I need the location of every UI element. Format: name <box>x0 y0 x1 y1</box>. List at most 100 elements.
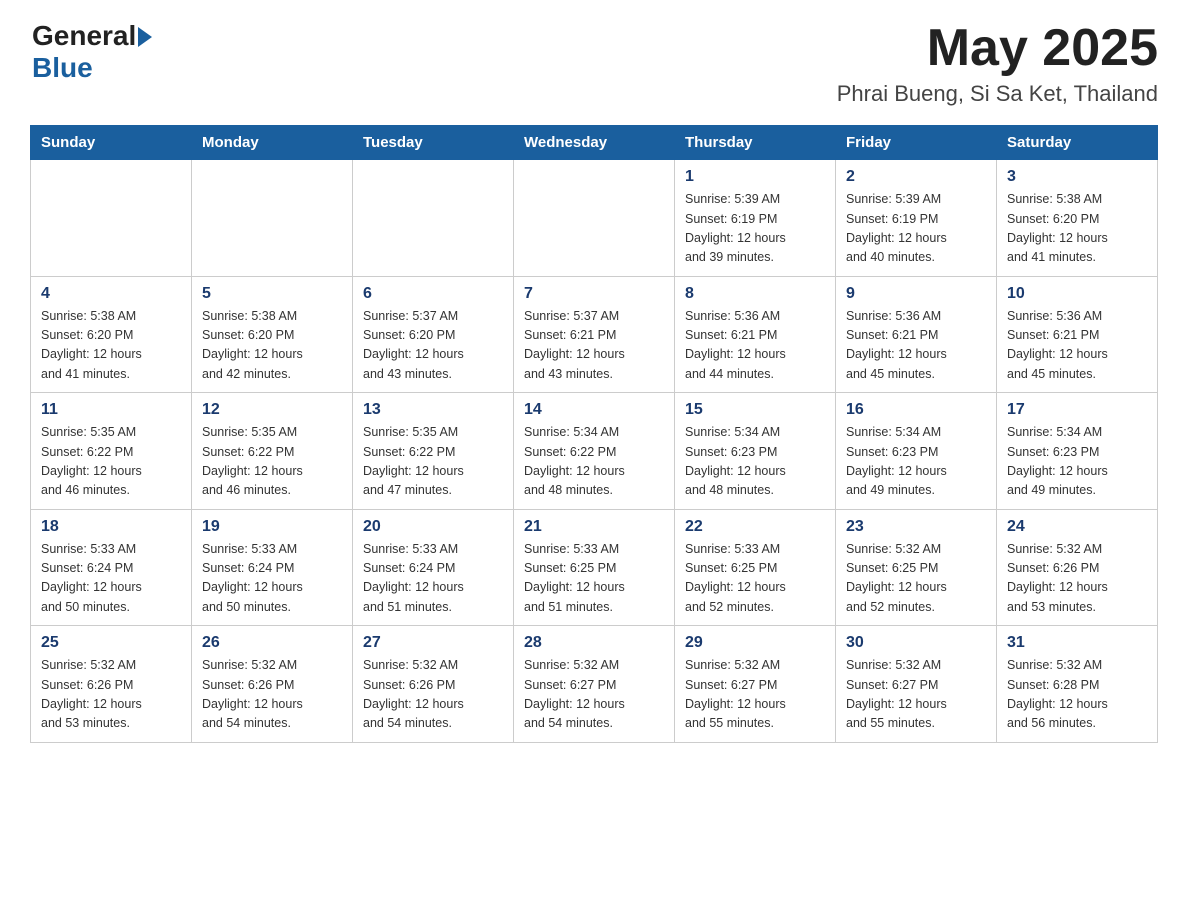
day-number: 27 <box>363 634 503 652</box>
calendar-day-cell <box>514 160 675 277</box>
day-info: Sunrise: 5:36 AMSunset: 6:21 PMDaylight:… <box>846 309 947 381</box>
title-block: May 2025 Phrai Bueng, Si Sa Ket, Thailan… <box>837 20 1158 107</box>
calendar-day-cell: 21Sunrise: 5:33 AMSunset: 6:25 PMDayligh… <box>514 509 675 626</box>
day-number: 1 <box>685 168 825 186</box>
day-number: 5 <box>202 285 342 303</box>
day-number: 7 <box>524 285 664 303</box>
calendar-day-cell: 18 Sunrise: 5:33 AMSunset: 6:24 PMDayligh… <box>31 509 192 626</box>
calendar-header-cell: Monday <box>192 126 353 160</box>
day-info: Sunrise: 5:39 AMSunset: 6:19 PMDaylight:… <box>685 192 786 264</box>
calendar-week-row: 4 Sunrise: 5:38 AMSunset: 6:20 PMDaylight… <box>31 276 1158 393</box>
logo-general-line: General <box>32 20 152 52</box>
calendar-header-cell: Tuesday <box>353 126 514 160</box>
calendar-header-row: SundayMondayTuesdayWednesdayThursdayFrid… <box>31 126 1158 160</box>
calendar-week-row: 1 Sunrise: 5:39 AMSunset: 6:19 PMDaylight… <box>31 160 1158 277</box>
calendar-body: 1 Sunrise: 5:39 AMSunset: 6:19 PMDaylight… <box>31 160 1158 743</box>
day-number: 12 <box>202 401 342 419</box>
calendar-day-cell: 14 Sunrise: 5:34 AMSunset: 6:22 PMDayligh… <box>514 393 675 510</box>
day-number: 6 <box>363 285 503 303</box>
day-number: 22 <box>685 518 825 536</box>
day-number: 26 <box>202 634 342 652</box>
calendar-header-cell: Sunday <box>31 126 192 160</box>
logo-text-block: General Blue <box>32 20 152 84</box>
calendar-day-cell: 3 Sunrise: 5:38 AMSunset: 6:20 PMDaylight… <box>997 160 1158 277</box>
day-number: 20 <box>363 518 503 536</box>
calendar-day-cell: 5Sunrise: 5:38 AMSunset: 6:20 PMDaylight… <box>192 276 353 393</box>
calendar-day-cell: 28 Sunrise: 5:32 AMSunset: 6:27 PMDayligh… <box>514 626 675 743</box>
day-number: 10 <box>1007 285 1147 303</box>
day-info: Sunrise: 5:37 AMSunset: 6:21 PMDaylight:… <box>524 309 625 381</box>
day-info: Sunrise: 5:34 AMSunset: 6:23 PMDaylight:… <box>685 425 786 497</box>
day-number: 31 <box>1007 634 1147 652</box>
day-info: Sunrise: 5:32 AMSunset: 6:26 PMDaylight:… <box>41 658 142 730</box>
calendar-header-cell: Thursday <box>675 126 836 160</box>
day-number: 9 <box>846 285 986 303</box>
day-number: 18 <box>41 518 181 536</box>
calendar-day-cell: 24Sunrise: 5:32 AMSunset: 6:26 PMDayligh… <box>997 509 1158 626</box>
day-info: Sunrise: 5:32 AMSunset: 6:27 PMDaylight:… <box>846 658 947 730</box>
calendar-day-cell: 30Sunrise: 5:32 AMSunset: 6:27 PMDayligh… <box>836 626 997 743</box>
calendar-day-cell: 17Sunrise: 5:34 AMSunset: 6:23 PMDayligh… <box>997 393 1158 510</box>
day-number: 14 <box>524 401 664 419</box>
logo-general-text: General <box>32 20 136 52</box>
calendar-day-cell: 7 Sunrise: 5:37 AMSunset: 6:21 PMDaylight… <box>514 276 675 393</box>
day-info: Sunrise: 5:36 AMSunset: 6:21 PMDaylight:… <box>685 309 786 381</box>
day-info: Sunrise: 5:32 AMSunset: 6:27 PMDaylight:… <box>524 658 625 730</box>
day-number: 28 <box>524 634 664 652</box>
day-number: 2 <box>846 168 986 186</box>
day-info: Sunrise: 5:39 AMSunset: 6:19 PMDaylight:… <box>846 192 947 264</box>
day-info: Sunrise: 5:32 AMSunset: 6:25 PMDaylight:… <box>846 542 947 614</box>
calendar-header-cell: Saturday <box>997 126 1158 160</box>
day-info: Sunrise: 5:35 AMSunset: 6:22 PMDaylight:… <box>363 425 464 497</box>
day-info: Sunrise: 5:32 AMSunset: 6:28 PMDaylight:… <box>1007 658 1108 730</box>
calendar-day-cell: 1 Sunrise: 5:39 AMSunset: 6:19 PMDaylight… <box>675 160 836 277</box>
day-info: Sunrise: 5:34 AMSunset: 6:22 PMDaylight:… <box>524 425 625 497</box>
day-info: Sunrise: 5:33 AMSunset: 6:24 PMDaylight:… <box>202 542 303 614</box>
day-number: 23 <box>846 518 986 536</box>
day-info: Sunrise: 5:33 AMSunset: 6:24 PMDaylight:… <box>41 542 142 614</box>
day-info: Sunrise: 5:34 AMSunset: 6:23 PMDaylight:… <box>1007 425 1108 497</box>
day-number: 25 <box>41 634 181 652</box>
calendar-header: SundayMondayTuesdayWednesdayThursdayFrid… <box>31 126 1158 160</box>
calendar-day-cell <box>192 160 353 277</box>
day-number: 4 <box>41 285 181 303</box>
day-number: 16 <box>846 401 986 419</box>
calendar-day-cell: 4 Sunrise: 5:38 AMSunset: 6:20 PMDaylight… <box>31 276 192 393</box>
calendar-header-cell: Friday <box>836 126 997 160</box>
calendar-week-row: 18 Sunrise: 5:33 AMSunset: 6:24 PMDayligh… <box>31 509 1158 626</box>
calendar-day-cell: 16 Sunrise: 5:34 AMSunset: 6:23 PMDayligh… <box>836 393 997 510</box>
calendar-day-cell: 23 Sunrise: 5:32 AMSunset: 6:25 PMDayligh… <box>836 509 997 626</box>
calendar-table: SundayMondayTuesdayWednesdayThursdayFrid… <box>30 125 1158 743</box>
day-info: Sunrise: 5:38 AMSunset: 6:20 PMDaylight:… <box>41 309 142 381</box>
day-info: Sunrise: 5:37 AMSunset: 6:20 PMDaylight:… <box>363 309 464 381</box>
calendar-day-cell: 15Sunrise: 5:34 AMSunset: 6:23 PMDayligh… <box>675 393 836 510</box>
calendar-day-cell: 22Sunrise: 5:33 AMSunset: 6:25 PMDayligh… <box>675 509 836 626</box>
day-info: Sunrise: 5:35 AMSunset: 6:22 PMDaylight:… <box>41 425 142 497</box>
day-number: 13 <box>363 401 503 419</box>
calendar-day-cell: 27Sunrise: 5:32 AMSunset: 6:26 PMDayligh… <box>353 626 514 743</box>
calendar-day-cell: 12Sunrise: 5:35 AMSunset: 6:22 PMDayligh… <box>192 393 353 510</box>
calendar-day-cell: 10Sunrise: 5:36 AMSunset: 6:21 PMDayligh… <box>997 276 1158 393</box>
day-number: 21 <box>524 518 664 536</box>
calendar-day-cell: 13 Sunrise: 5:35 AMSunset: 6:22 PMDayligh… <box>353 393 514 510</box>
calendar-day-cell: 20Sunrise: 5:33 AMSunset: 6:24 PMDayligh… <box>353 509 514 626</box>
day-number: 29 <box>685 634 825 652</box>
calendar-day-cell: 29 Sunrise: 5:32 AMSunset: 6:27 PMDayligh… <box>675 626 836 743</box>
calendar-day-cell: 9 Sunrise: 5:36 AMSunset: 6:21 PMDaylight… <box>836 276 997 393</box>
day-info: Sunrise: 5:32 AMSunset: 6:26 PMDaylight:… <box>1007 542 1108 614</box>
day-info: Sunrise: 5:34 AMSunset: 6:23 PMDaylight:… <box>846 425 947 497</box>
day-info: Sunrise: 5:38 AMSunset: 6:20 PMDaylight:… <box>1007 192 1108 264</box>
month-title: May 2025 <box>837 20 1158 77</box>
day-info: Sunrise: 5:32 AMSunset: 6:27 PMDaylight:… <box>685 658 786 730</box>
calendar-day-cell: 19 Sunrise: 5:33 AMSunset: 6:24 PMDayligh… <box>192 509 353 626</box>
day-number: 3 <box>1007 168 1147 186</box>
calendar-day-cell: 11Sunrise: 5:35 AMSunset: 6:22 PMDayligh… <box>31 393 192 510</box>
logo: General Blue <box>30 20 152 84</box>
logo-arrow-icon <box>138 27 152 47</box>
day-number: 19 <box>202 518 342 536</box>
calendar-week-row: 11Sunrise: 5:35 AMSunset: 6:22 PMDayligh… <box>31 393 1158 510</box>
calendar-day-cell: 31 Sunrise: 5:32 AMSunset: 6:28 PMDayligh… <box>997 626 1158 743</box>
calendar-day-cell: 26Sunrise: 5:32 AMSunset: 6:26 PMDayligh… <box>192 626 353 743</box>
calendar-day-cell <box>353 160 514 277</box>
logo-blue-text: Blue <box>32 52 152 84</box>
